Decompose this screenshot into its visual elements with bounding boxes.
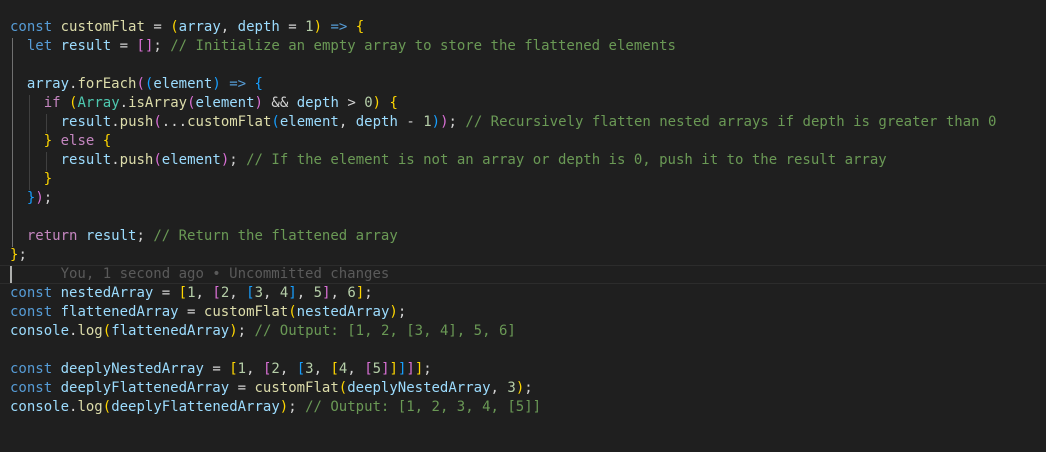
code-line[interactable]: let result = []; // Initialize an empty … <box>10 37 676 56</box>
code-line[interactable]: const customFlat = (array, depth = 1) =>… <box>10 18 364 37</box>
current-code-line[interactable]: You, 1 second ago • Uncommitted changes <box>10 265 390 284</box>
code-line[interactable]: }); <box>10 189 52 208</box>
code-line[interactable]: } else { <box>10 132 111 151</box>
code-editor[interactable]: const customFlat = (array, depth = 1) =>… <box>0 0 1046 452</box>
code-line[interactable]: }; <box>10 246 27 265</box>
code-line[interactable]: const nestedArray = [1, [2, [3, 4], 5], … <box>10 284 373 303</box>
code-line[interactable]: const deeplyNestedArray = [1, [2, [3, [4… <box>10 360 432 379</box>
code-line[interactable]: console.log(deeplyFlattenedArray); // Ou… <box>10 398 541 417</box>
code-line[interactable]: array.forEach((element) => { <box>10 75 263 94</box>
code-line[interactable]: if (Array.isArray(element) && depth > 0)… <box>10 94 398 113</box>
code-line[interactable]: result.push(...customFlat(element, depth… <box>10 113 997 132</box>
code-line[interactable]: const deeplyFlattenedArray = customFlat(… <box>10 379 533 398</box>
git-blame-annotation: You, 1 second ago • Uncommitted changes <box>60 266 390 282</box>
code-line[interactable]: console.log(flattenedArray); // Output: … <box>10 322 516 341</box>
code-line[interactable]: } <box>10 170 52 189</box>
code-line[interactable]: result.push(element); // If the element … <box>10 151 887 170</box>
text-cursor <box>10 266 12 283</box>
code-line[interactable]: return result; // Return the flattened a… <box>10 227 398 246</box>
code-line[interactable]: const flattenedArray = customFlat(nested… <box>10 303 406 322</box>
